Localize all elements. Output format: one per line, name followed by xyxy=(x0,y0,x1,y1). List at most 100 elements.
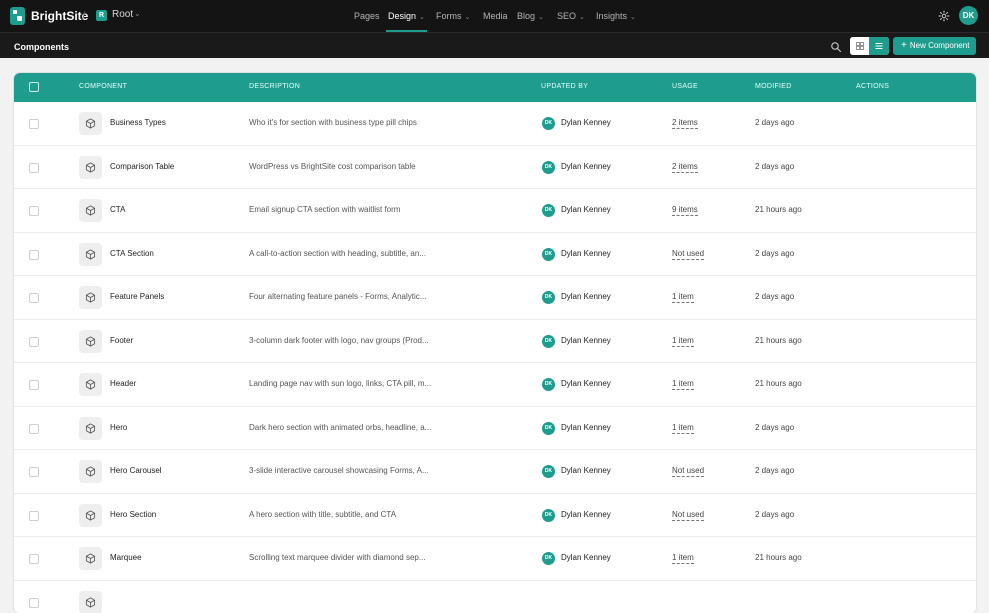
cube-icon xyxy=(85,553,96,564)
component-name[interactable]: Feature Panels xyxy=(110,292,164,301)
row-checkbox[interactable] xyxy=(29,119,39,129)
component-name[interactable]: Hero xyxy=(110,423,127,432)
table-row[interactable]: Business Types Who it's for section with… xyxy=(14,102,976,146)
nav-design[interactable]: Design⌄ xyxy=(388,0,425,32)
table-row[interactable]: Hero Carousel 3-slide interactive carous… xyxy=(14,450,976,494)
table-row[interactable]: Marquee Scrolling text marquee divider w… xyxy=(14,537,976,581)
header-modified[interactable]: MODIFIED xyxy=(755,83,792,90)
table-row[interactable]: Comparison Table WordPress vs BrightSite… xyxy=(14,146,976,190)
usage-link[interactable]: Not used xyxy=(672,249,704,260)
updated-by-user: Dylan Kenney xyxy=(561,379,611,388)
usage-link[interactable]: 2 items xyxy=(672,162,698,173)
component-description: Dark hero section with animated orbs, he… xyxy=(249,423,443,432)
usage-link[interactable]: 1 item xyxy=(672,423,694,434)
header-usage[interactable]: USAGE xyxy=(672,83,698,90)
nav-media[interactable]: Media xyxy=(483,0,508,32)
component-icon xyxy=(79,373,102,396)
search-icon[interactable] xyxy=(830,41,842,53)
component-icon xyxy=(79,460,102,483)
usage-link[interactable]: 1 item xyxy=(672,292,694,303)
usage-link[interactable]: 1 item xyxy=(672,553,694,564)
table-row[interactable]: CTA Email signup CTA section with waitli… xyxy=(14,189,976,233)
updated-by-user: Dylan Kenney xyxy=(561,162,611,171)
row-checkbox[interactable] xyxy=(29,206,39,216)
site-switcher[interactable]: Root xyxy=(112,9,133,20)
table-row[interactable]: Header Landing page nav with sun logo, l… xyxy=(14,363,976,407)
nav-pages[interactable]: Pages xyxy=(354,0,380,32)
user-avatar: DK xyxy=(542,204,555,217)
component-name[interactable]: Header xyxy=(110,379,136,388)
brightsite-logo-icon[interactable] xyxy=(10,7,25,25)
site-badge[interactable]: R xyxy=(96,10,107,21)
updated-by-user: Dylan Kenney xyxy=(561,466,611,475)
table-row[interactable]: Hero Section A hero section with title, … xyxy=(14,494,976,538)
usage-link[interactable]: 1 item xyxy=(672,379,694,390)
row-checkbox[interactable] xyxy=(29,380,39,390)
cube-icon xyxy=(85,379,96,390)
nav-seo[interactable]: SEO⌄ xyxy=(557,0,585,32)
nav-insights[interactable]: Insights⌄ xyxy=(596,0,636,32)
row-checkbox[interactable] xyxy=(29,467,39,477)
row-checkbox[interactable] xyxy=(29,250,39,260)
table-row[interactable] xyxy=(14,581,976,613)
nav-blog[interactable]: Blog⌄ xyxy=(517,0,544,32)
component-description: Landing page nav with sun logo, links, C… xyxy=(249,379,443,388)
cube-icon xyxy=(85,336,96,347)
user-avatar: DK xyxy=(542,509,555,522)
row-checkbox[interactable] xyxy=(29,293,39,303)
user-avatar[interactable]: DK xyxy=(959,6,978,25)
row-checkbox[interactable] xyxy=(29,554,39,564)
updated-by-user: Dylan Kenney xyxy=(561,118,611,127)
row-checkbox[interactable] xyxy=(29,511,39,521)
user-avatar: DK xyxy=(542,378,555,391)
header-updated-by[interactable]: UPDATED BY xyxy=(541,83,588,90)
row-checkbox[interactable] xyxy=(29,337,39,347)
usage-link[interactable]: 1 item xyxy=(672,336,694,347)
chevron-down-icon: ⌄ xyxy=(465,14,471,21)
component-name[interactable]: Comparison Table xyxy=(110,162,174,171)
updated-by-user: Dylan Kenney xyxy=(561,205,611,214)
header-component[interactable]: COMPONENT xyxy=(79,83,127,90)
select-all-checkbox[interactable] xyxy=(29,82,39,92)
components-table: COMPONENT DESCRIPTION UPDATED BY USAGE M… xyxy=(14,73,976,613)
new-component-button[interactable]: +New Component xyxy=(893,37,976,55)
cube-icon xyxy=(85,292,96,303)
component-name[interactable]: CTA Section xyxy=(110,249,154,258)
table-body: Business Types Who it's for section with… xyxy=(14,102,976,613)
table-row[interactable]: CTA Section A call-to-action section wit… xyxy=(14,233,976,277)
chevron-down-icon[interactable]: ⌄ xyxy=(134,9,141,18)
usage-link[interactable]: Not used xyxy=(672,510,704,521)
grid-icon xyxy=(856,42,864,50)
modified-time: 2 days ago xyxy=(755,423,794,432)
gear-icon[interactable] xyxy=(938,10,950,22)
user-avatar: DK xyxy=(542,248,555,261)
row-checkbox[interactable] xyxy=(29,424,39,434)
brand-name[interactable]: BrightSite xyxy=(31,9,88,23)
user-avatar: DK xyxy=(542,117,555,130)
component-name[interactable]: Hero Carousel xyxy=(110,466,162,475)
table-row[interactable]: Feature Panels Four alternating feature … xyxy=(14,276,976,320)
component-icon xyxy=(79,156,102,179)
list-view-button[interactable] xyxy=(869,37,889,55)
component-name[interactable]: Marquee xyxy=(110,553,142,562)
modified-time: 2 days ago xyxy=(755,118,794,127)
table-row[interactable]: Footer 3-column dark footer with logo, n… xyxy=(14,320,976,364)
grid-view-button[interactable] xyxy=(850,37,869,55)
table-row[interactable]: Hero Dark hero section with animated orb… xyxy=(14,407,976,451)
usage-link[interactable]: 9 items xyxy=(672,205,698,216)
header-description[interactable]: DESCRIPTION xyxy=(249,83,300,90)
user-avatar: DK xyxy=(542,422,555,435)
modified-time: 2 days ago xyxy=(755,466,794,475)
component-name[interactable]: Footer xyxy=(110,336,133,345)
usage-link[interactable]: Not used xyxy=(672,466,704,477)
component-description: A call-to-action section with heading, s… xyxy=(249,249,443,258)
component-description: 3-slide interactive carousel showcasing … xyxy=(249,466,443,475)
modified-time: 2 days ago xyxy=(755,162,794,171)
row-checkbox[interactable] xyxy=(29,163,39,173)
component-name[interactable]: Hero Section xyxy=(110,510,156,519)
usage-link[interactable]: 2 items xyxy=(672,118,698,129)
row-checkbox[interactable] xyxy=(29,598,39,608)
component-name[interactable]: Business Types xyxy=(110,118,166,127)
nav-forms[interactable]: Forms⌄ xyxy=(436,0,470,32)
component-name[interactable]: CTA xyxy=(110,205,125,214)
